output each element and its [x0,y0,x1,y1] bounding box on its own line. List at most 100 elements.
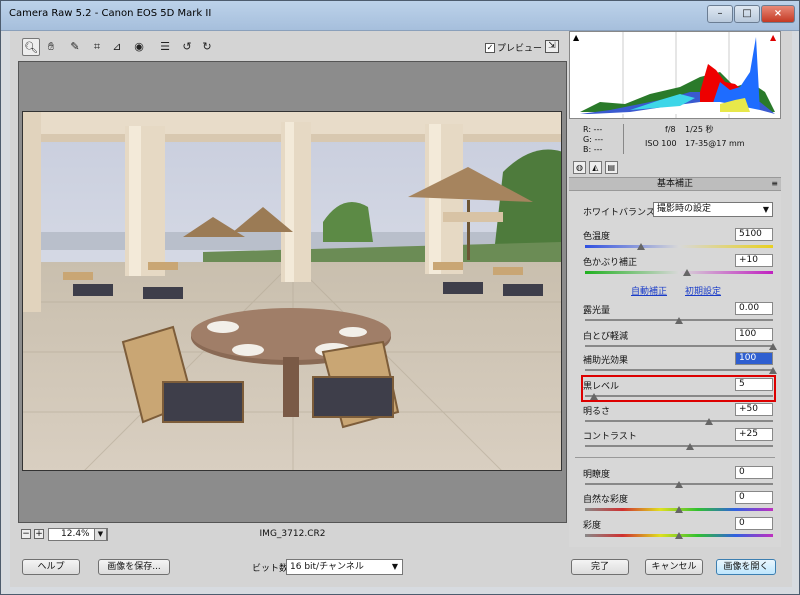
default-link[interactable]: 初期設定 [685,284,721,297]
photo-preview [22,111,562,471]
slider-value-field[interactable]: 5 [735,378,773,391]
chevron-down-icon: ▼ [762,205,769,214]
slider-thumb[interactable] [675,506,683,513]
preferences-icon[interactable]: ☰ [156,38,174,56]
panel-header: 基本補正 ≡ [569,177,781,191]
slider-thumb[interactable] [682,269,691,276]
histogram-graph [580,32,775,118]
rotate-left-icon[interactable]: ↺ [178,38,196,56]
slider-thumb[interactable] [637,243,646,250]
save-image-button[interactable]: 画像を保存... [98,559,170,575]
white-balance-label: ホワイトバランス： [583,208,664,218]
fullscreen-icon[interactable]: ⇲ [545,40,559,53]
slider-thumb[interactable] [590,393,599,400]
slider-track[interactable] [585,245,773,248]
tone-curve-tab-icon[interactable]: ◭ [588,161,602,174]
white-balance-icon[interactable]: ✎ [66,38,84,56]
slider-value-field[interactable]: 0 [735,517,773,530]
straighten-icon[interactable]: ⊿ [108,38,126,56]
panel-tabs: ◍ ◭ ▤ [573,161,618,175]
image-canvas[interactable] [18,61,567,523]
basic-tab-icon[interactable]: ◍ [573,161,586,174]
slider-thumb[interactable] [675,532,683,539]
slider-label: 白とび軽減 [583,332,629,342]
open-image-button[interactable]: 画像を開く [716,559,776,575]
aperture: f/8 [665,125,676,134]
panel-menu-icon[interactable]: ≡ [771,178,778,190]
cancel-button[interactable]: キャンセル [645,559,703,575]
panel-title: 基本補正 [656,179,693,189]
bit-depth-value: 16 bit/チャンネル [290,562,364,572]
slider-value-field[interactable]: 0 [735,491,773,504]
slider-value-field[interactable]: 100 [735,352,773,365]
slider-thumb[interactable] [675,481,683,488]
checkbox-icon[interactable]: ✓ [485,42,495,53]
slider-label: 明るさ [583,407,611,417]
bit-depth-select[interactable]: 16 bit/チャンネル ▼ [286,559,403,575]
done-button[interactable]: 完了 [571,559,629,575]
slider-track[interactable] [585,369,773,371]
right-panel: ▲ ▲ R: --- G: --- B: --- f/8 1/25 秒 ISO … [569,31,791,549]
highlight-clipping-warning-icon[interactable]: ▲ [770,34,780,42]
file-name: IMG_3712.CR2 [259,529,326,539]
slider-value-field[interactable]: 100 [735,328,773,341]
slider-thumb[interactable] [675,317,683,324]
bottom-bar: ヘルプ 画像を保存... ビット数： 16 bit/チャンネル ▼ 完了 キャン… [10,549,792,587]
slider-value-field[interactable]: 5100 [735,228,773,241]
status-bar: − + 12.4% ▼ IMG_3712.CR2 [18,526,567,543]
slider-thumb[interactable] [705,418,714,425]
iso: ISO 100 [645,139,677,148]
shutter-speed: 1/25 秒 [685,125,714,134]
minimize-button[interactable]: – [707,5,733,23]
slider-label: 自然な彩度 [583,495,629,505]
slider-value-field[interactable]: +10 [735,254,773,267]
slider-value-field[interactable]: 0.00 [735,302,773,315]
chevron-down-icon: ▼ [391,562,398,571]
readout-divider [623,124,624,154]
slider-label: 補助光効果 [583,356,629,366]
window-title: Camera Raw 5.2 - Canon EOS 5D Mark II [9,8,212,19]
blue-readout: B: --- [583,145,603,154]
title-bar: Camera Raw 5.2 - Canon EOS 5D Mark II – … [1,1,799,31]
help-button[interactable]: ヘルプ [22,559,80,575]
histogram: ▲ ▲ [569,31,781,119]
slider-thumb[interactable] [769,367,777,374]
slider-thumb[interactable] [686,443,695,450]
detail-tab-icon[interactable]: ▤ [604,161,618,174]
close-button[interactable]: × [761,5,795,23]
info-readouts: R: --- G: --- B: --- f/8 1/25 秒 ISO 100 … [573,124,783,154]
rotate-right-icon[interactable]: ↻ [198,38,216,56]
slider-value-field[interactable]: +25 [735,428,773,441]
slider-label: 黒レベル [583,382,620,392]
zoom-icon[interactable]: 🔍︎ [22,38,40,56]
hand-icon[interactable]: ✋︎ [42,38,60,56]
slider-track[interactable] [585,395,773,397]
red-eye-icon[interactable]: ◉ [130,38,148,56]
crop-icon[interactable]: ⌗ [88,38,106,56]
slider-track[interactable] [585,445,773,447]
resort-photo [23,112,561,470]
slider-value-field[interactable]: 0 [735,466,773,479]
slider-track[interactable] [585,420,773,422]
slider-value-field[interactable]: +50 [735,403,773,416]
slider-label: コントラスト [583,432,637,442]
white-balance-value: 撮影時の設定 [657,204,712,214]
slider-label: 色温度 [583,232,611,242]
slider-track[interactable] [585,271,773,274]
lens-info: 17-35@17 mm [685,139,745,148]
slider-track[interactable] [585,345,773,347]
slider-label: 露光量 [583,306,611,316]
slider-thumb[interactable] [769,343,777,350]
preview-checkbox[interactable]: ✓ プレビュー [485,41,542,54]
basic-panel: ホワイトバランス： 撮影時の設定 ▼ 自動補正 初期設定 色温度 5100 色かぶり… [569,191,781,547]
slider-label: 明瞭度 [583,470,611,480]
preview-label: プレビュー [497,44,543,54]
shadow-clipping-warning-icon[interactable]: ▲ [573,34,583,42]
auto-link[interactable]: 自動補正 [631,284,667,297]
slider-label: 彩度 [583,521,602,531]
white-balance-select[interactable]: 撮影時の設定 ▼ [653,202,773,217]
maximize-button[interactable]: □ [734,5,760,23]
slider-label: 色かぶり補正 [583,258,638,268]
toolbar: 🔍︎ ✋︎ ✎ ⌗ ⊿ ◉ ☰ ↺ ↻ ✓ プレビュー ⇲ [10,35,566,59]
divider [575,457,775,458]
